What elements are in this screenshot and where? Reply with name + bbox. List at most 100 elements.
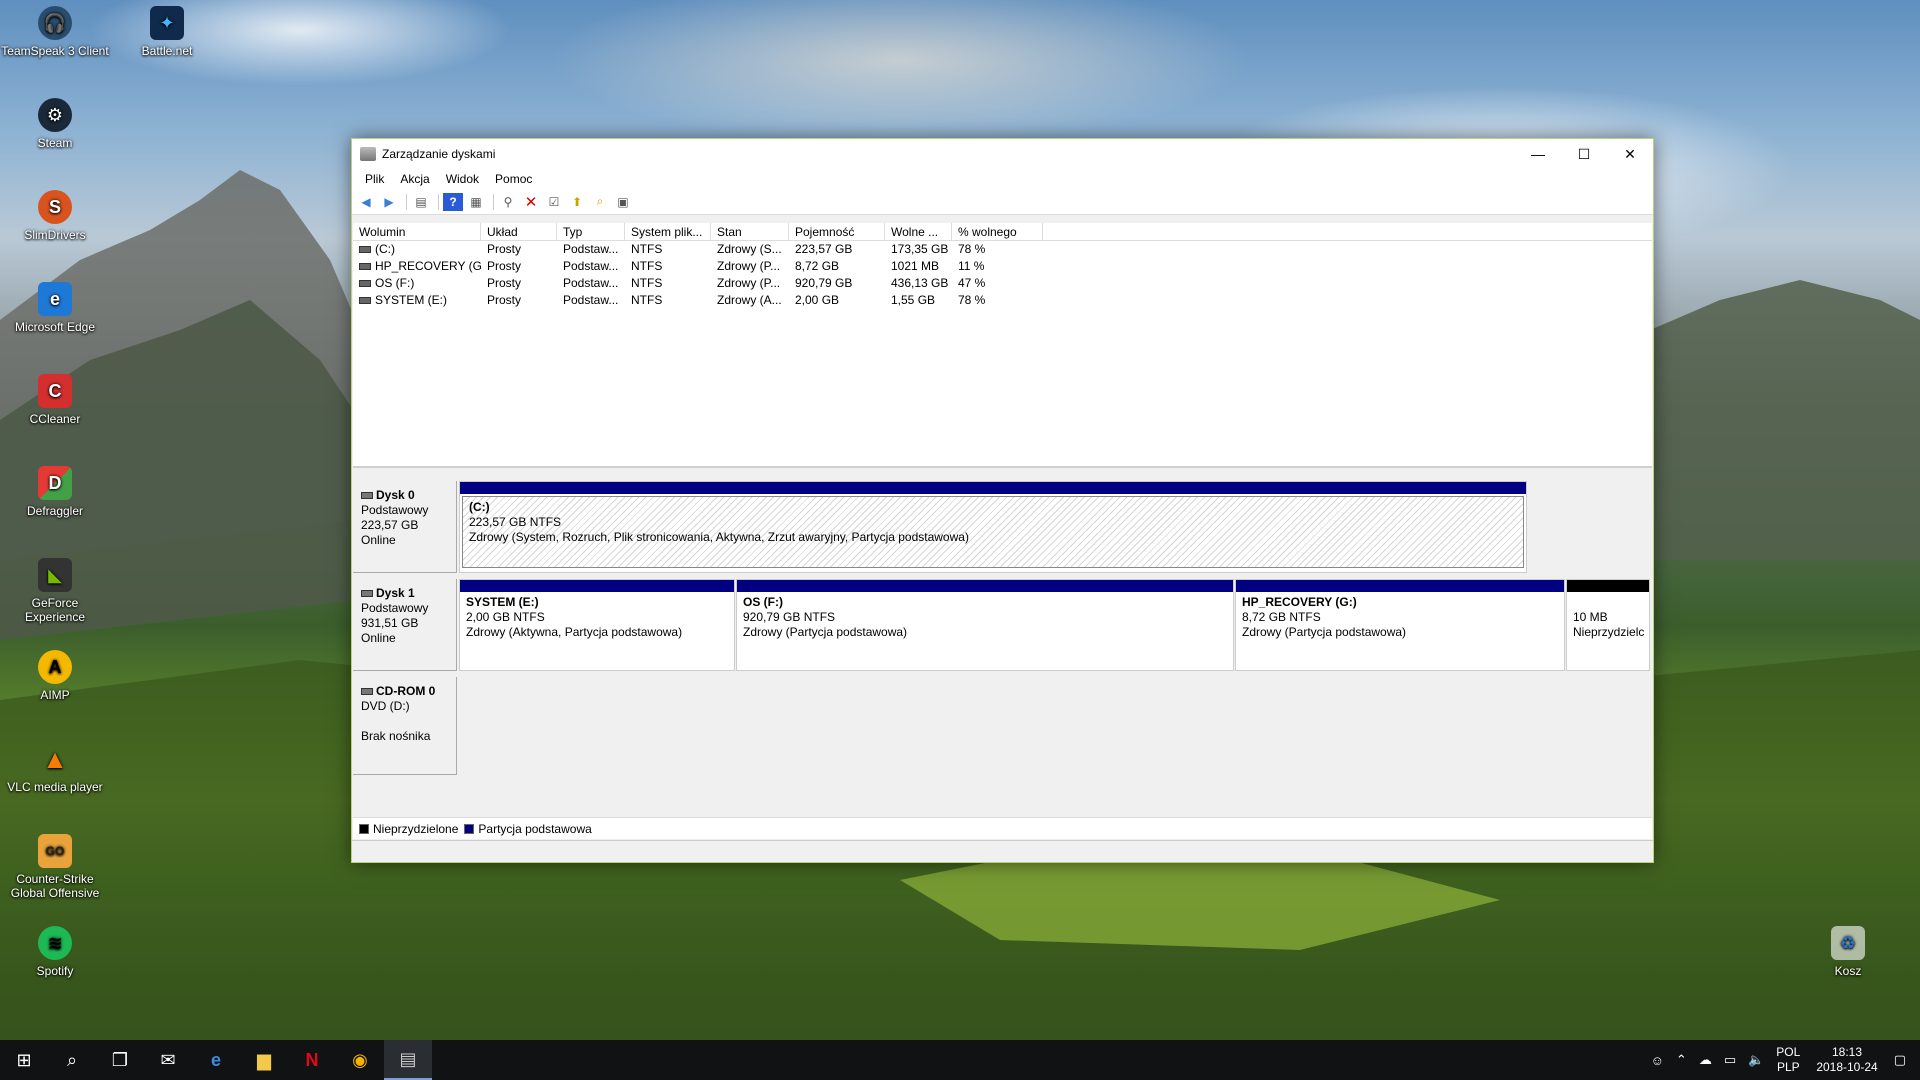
chrome-icon[interactable]: ◉: [336, 1040, 384, 1080]
chevron-up-icon[interactable]: ⌃: [1670, 1052, 1693, 1068]
file-explorer-icon[interactable]: ▆: [240, 1040, 288, 1080]
partition-hp-recovery-g[interactable]: HP_RECOVERY (G:) 8,72 GB NTFS Zdrowy (Pa…: [1235, 579, 1565, 671]
desktop-icon-aimp[interactable]: A AIMP: [0, 650, 110, 702]
teamspeak-icon: 🎧: [38, 6, 72, 40]
maximize-button[interactable]: ☐: [1561, 139, 1607, 169]
column-header-system-plikow[interactable]: System plik...: [625, 223, 711, 240]
desktop-icon-geforce[interactable]: ◣ GeForce Experience: [0, 558, 110, 624]
legend-unallocated-label: Nieprzydzielone: [373, 821, 459, 836]
cdrom-icon: [361, 688, 373, 695]
notifications-icon[interactable]: ▢: [1888, 1052, 1920, 1068]
desktop-icon-ccleaner[interactable]: C CCleaner: [0, 374, 110, 426]
geforce-icon: ◣: [38, 558, 72, 592]
mail-icon[interactable]: ✉: [144, 1040, 192, 1080]
disk-1-label[interactable]: Dysk 1 Podstawowy 931,51 GB Online: [353, 579, 457, 671]
disk-icon: [361, 492, 373, 499]
partition-c[interactable]: (C:) 223,57 GB NTFS Zdrowy (System, Rozr…: [459, 481, 1527, 573]
disk-1-row: Dysk 1 Podstawowy 931,51 GB Online SYSTE…: [353, 579, 1652, 671]
csgo-icon: GO: [38, 834, 72, 868]
slimdrivers-icon: S: [38, 190, 72, 224]
desktop-icon-edge[interactable]: e Microsoft Edge: [0, 282, 110, 334]
desktop-icon-slimdrivers[interactable]: S SlimDrivers: [0, 190, 110, 242]
disk-graphical-view: Dysk 0 Podstawowy 223,57 GB Online (C:) …: [353, 471, 1652, 829]
cdrom-0-row: CD-ROM 0 DVD (D:) Brak nośnika: [353, 677, 1652, 775]
cdrom-0-label[interactable]: CD-ROM 0 DVD (D:) Brak nośnika: [353, 677, 457, 775]
column-header-procent-wolnego[interactable]: % wolnego: [952, 223, 1043, 240]
desktop-icon-vlc[interactable]: ▲ VLC media player: [0, 742, 110, 795]
desktop-icon-recycle-bin[interactable]: ♻ Kosz: [1793, 926, 1903, 978]
disk-icon: [361, 590, 373, 597]
column-header-pojemnosc[interactable]: Pojemność: [789, 223, 885, 240]
column-header-stan[interactable]: Stan: [711, 223, 789, 240]
table-row[interactable]: HP_RECOVERY (G:) Prosty Podstaw... NTFS …: [353, 258, 1652, 275]
legend-unallocated-swatch: [359, 823, 369, 834]
clock[interactable]: 18:13 2018-10-24: [1806, 1045, 1887, 1075]
desktop-icon-spotify[interactable]: ≋ Spotify: [0, 926, 110, 978]
disk-management-window: Zarządzanie dyskami — ☐ ✕ Plik Akcja Wid…: [351, 138, 1654, 863]
column-header-wolne[interactable]: Wolne ...: [885, 223, 952, 240]
steam-icon: ⚙: [38, 98, 72, 132]
search-folder-icon[interactable]: ⌕: [590, 193, 610, 211]
language-indicator[interactable]: POL PLP: [1770, 1045, 1806, 1075]
people-icon[interactable]: ☺: [1645, 1053, 1670, 1068]
column-header-typ[interactable]: Typ: [557, 223, 625, 240]
desktop-icon-battlenet[interactable]: ✦ Battle.net: [112, 6, 222, 58]
search-icon[interactable]: ⌕: [48, 1040, 96, 1080]
disk-0-label[interactable]: Dysk 0 Podstawowy 223,57 GB Online: [353, 481, 457, 573]
volume-icon: [359, 280, 371, 288]
disk-0-row: Dysk 0 Podstawowy 223,57 GB Online (C:) …: [353, 481, 1652, 573]
netflix-icon[interactable]: N: [288, 1040, 336, 1080]
menu-widok[interactable]: Widok: [438, 172, 487, 186]
partition-unallocated[interactable]: 10 MB Nieprzydzielc: [1566, 579, 1650, 671]
window-title: Zarządzanie dyskami: [382, 147, 496, 161]
ccleaner-icon: C: [38, 374, 72, 408]
table-row[interactable]: SYSTEM (E:) Prosty Podstaw... NTFS Zdrow…: [353, 292, 1652, 309]
close-button[interactable]: ✕: [1607, 139, 1653, 169]
column-header-wolumin[interactable]: Wolumin: [353, 223, 481, 240]
start-windows-icon[interactable]: ⊞: [0, 1040, 48, 1080]
volume-icon: [359, 246, 371, 254]
menu-akcja[interactable]: Akcja: [392, 172, 437, 186]
menu-pomoc[interactable]: Pomoc: [487, 172, 540, 186]
edge-icon: e: [38, 282, 72, 316]
forward-arrow-icon[interactable]: ▶: [379, 193, 399, 211]
taskbar: ⊞ ⌕ ❐ ✉ e ▆ N ◉ ▤ ☺ ⌃ ☁ ▭ 🔈 POL PLP 18:1…: [0, 1040, 1920, 1080]
title-bar[interactable]: Zarządzanie dyskami — ☐ ✕: [352, 139, 1653, 169]
desktop-icon-teamspeak[interactable]: 🎧 TeamSpeak 3 Client: [0, 6, 110, 58]
volume-list: Wolumin Układ Typ System plik... Stan Po…: [353, 223, 1652, 468]
table-row[interactable]: (C:) Prosty Podstaw... NTFS Zdrowy (S...…: [353, 241, 1652, 258]
edge-taskbar-icon[interactable]: e: [192, 1040, 240, 1080]
spotify-icon: ≋: [38, 926, 72, 960]
minimize-button[interactable]: —: [1515, 139, 1561, 169]
connect-icon[interactable]: ⚲: [498, 193, 518, 211]
table-row[interactable]: OS (F:) Prosty Podstaw... NTFS Zdrowy (P…: [353, 275, 1652, 292]
help-icon[interactable]: ?: [443, 192, 463, 211]
volume-icon: [359, 297, 371, 305]
desktop-icon-steam[interactable]: ⚙ Steam: [0, 98, 110, 150]
network-icon[interactable]: ▭: [1718, 1052, 1742, 1068]
disk-management-taskbar-icon[interactable]: ▤: [384, 1040, 432, 1080]
system-tray: ☺ ⌃ ☁ ▭ 🔈 POL PLP 18:13 2018-10-24 ▢: [1645, 1040, 1920, 1080]
battlenet-icon: ✦: [150, 6, 184, 40]
back-arrow-icon[interactable]: ◀: [356, 193, 376, 211]
column-header-uklad[interactable]: Układ: [481, 223, 557, 240]
task-view-icon[interactable]: ❐: [96, 1040, 144, 1080]
settings-panel-icon[interactable]: ▣: [613, 193, 633, 211]
desktop-icon-csgo[interactable]: GO Counter-Strike Global Offensive: [0, 834, 110, 900]
check-icon[interactable]: ☑: [544, 193, 564, 211]
volume-icon[interactable]: 🔈: [1742, 1052, 1770, 1068]
status-bar: [352, 840, 1653, 862]
partition-os-f[interactable]: OS (F:) 920,79 GB NTFS Zdrowy (Partycja …: [736, 579, 1234, 671]
toolbar: ◀ ▶ ▤ ? ▦ ⚲ ✕ ☑ ⬆ ⌕ ▣: [352, 189, 1653, 215]
console-tree-icon[interactable]: ▤: [411, 193, 431, 211]
volume-icon: [359, 263, 371, 271]
menu-bar: Plik Akcja Widok Pomoc: [352, 169, 1653, 189]
properties-icon[interactable]: ▦: [466, 193, 486, 211]
export-up-icon[interactable]: ⬆: [567, 193, 587, 211]
partition-system-e[interactable]: SYSTEM (E:) 2,00 GB NTFS Zdrowy (Aktywna…: [459, 579, 735, 671]
onedrive-icon[interactable]: ☁: [1693, 1052, 1718, 1068]
legend-primary-swatch: [464, 823, 475, 834]
delete-icon[interactable]: ✕: [521, 193, 541, 211]
menu-plik[interactable]: Plik: [357, 172, 392, 186]
desktop-icon-defraggler[interactable]: D Defraggler: [0, 466, 110, 518]
